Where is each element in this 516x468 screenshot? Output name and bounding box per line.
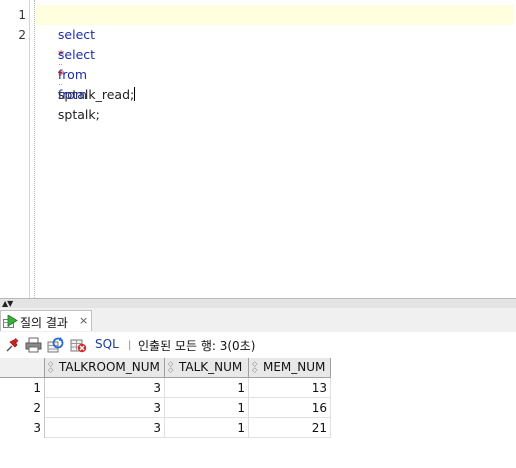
table-cell[interactable]: 1 xyxy=(165,418,249,438)
sort-icon[interactable]: ◇ ◇ xyxy=(168,361,173,374)
collapse-arrows-icon[interactable]: ▲▼ xyxy=(2,300,13,308)
table-cell[interactable]: 3 xyxy=(45,378,165,398)
wildcard: * xyxy=(57,67,65,82)
line-number-gutter: 1 2 xyxy=(0,0,30,298)
column-header-talk-num[interactable]: ◇ ◇ TALK_NUM xyxy=(165,358,249,378)
column-header-label: TALK_NUM xyxy=(179,360,243,374)
column-header-talkroom-num[interactable]: ◇ ◇ TALKROOM_NUM xyxy=(45,358,165,378)
pin-icon[interactable] xyxy=(4,337,21,353)
column-header-label: MEM_NUM xyxy=(263,360,326,374)
column-header-label: TALKROOM_NUM xyxy=(59,360,160,374)
table-cell[interactable]: 3 xyxy=(45,398,165,418)
close-tab-icon[interactable]: × xyxy=(79,314,88,327)
keyword-select: select xyxy=(57,47,96,62)
tab-query-result[interactable]: 질의 결과 × xyxy=(0,310,92,331)
sql-editor[interactable]: 1 2 select * from sptalk_read; select * … xyxy=(0,0,516,298)
refresh-icon[interactable] xyxy=(47,337,64,353)
table-name: sptalk; xyxy=(57,107,100,122)
line-number: 1 xyxy=(18,8,26,22)
grid-corner-header[interactable] xyxy=(0,358,45,378)
sort-icon[interactable]: ◇ ◇ xyxy=(48,361,53,374)
table-cell[interactable]: 13 xyxy=(249,378,331,398)
table-cell[interactable]: 1 xyxy=(165,378,249,398)
table-cell[interactable]: 3 xyxy=(45,418,165,438)
row-number[interactable]: 1 xyxy=(0,378,45,398)
keyword-from: from xyxy=(57,87,87,102)
row-number[interactable]: 3 xyxy=(0,418,45,438)
results-toolbar: SQL | 인출된 모든 행: 3(0초) xyxy=(0,332,516,359)
print-icon[interactable] xyxy=(25,337,42,353)
table-cell[interactable]: 21 xyxy=(249,418,331,438)
results-grid[interactable]: ◇ ◇ TALKROOM_NUM ◇ ◇ TALK_NUM ◇ ◇ MEM_NUM 1… xyxy=(0,358,516,468)
table-cell[interactable]: 16 xyxy=(249,398,331,418)
toolbar-separator: | xyxy=(128,340,132,351)
table-cell[interactable]: 1 xyxy=(165,398,249,418)
column-header-mem-num[interactable]: ◇ ◇ MEM_NUM xyxy=(249,358,331,378)
clear-results-icon[interactable] xyxy=(70,337,87,353)
fetch-status: 인출된 모든 행: 3(0초) xyxy=(138,339,256,353)
code-line[interactable]: select * from sptalk_read; xyxy=(36,5,514,102)
row-number[interactable]: 2 xyxy=(0,398,45,418)
gutter-divider xyxy=(34,0,35,298)
line-number: 2 xyxy=(18,28,26,42)
results-tabbar: 질의 결과 × xyxy=(0,308,516,333)
tab-label: 질의 결과 xyxy=(20,316,68,330)
sort-icon[interactable]: ◇ ◇ xyxy=(252,361,257,374)
run-query-icon xyxy=(3,315,18,328)
code-line[interactable]: select * from sptalk; xyxy=(36,25,514,122)
text-caret xyxy=(134,87,136,101)
sql-link[interactable]: SQL xyxy=(95,337,119,351)
